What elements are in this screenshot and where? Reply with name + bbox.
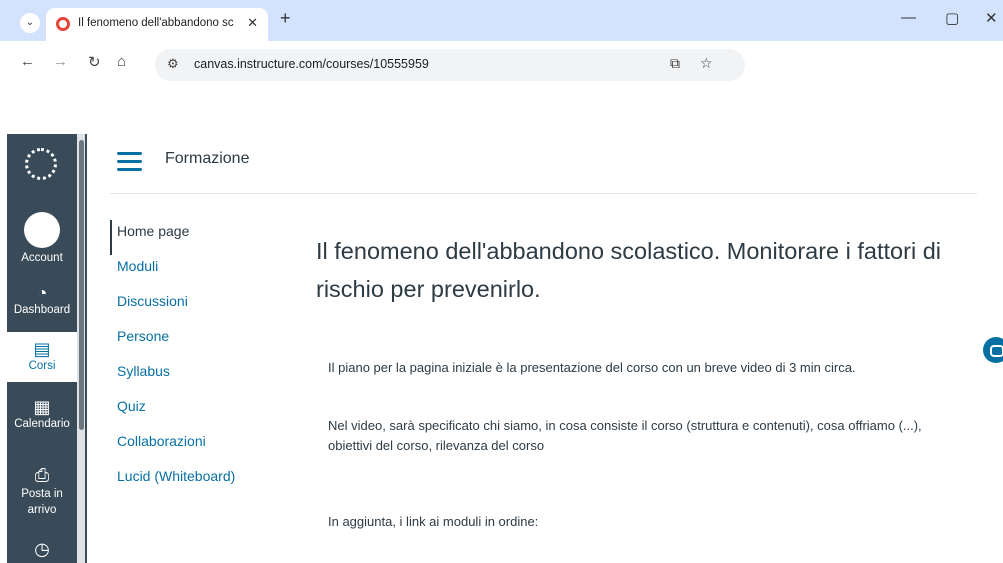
url-text: canvas.instructure.com/courses/10555959: [194, 57, 429, 71]
maximize-button[interactable]: ▢: [945, 9, 959, 27]
calendar-icon: ▦: [33, 397, 51, 417]
global-nav-courses[interactable]: ▤ Corsi: [7, 332, 77, 382]
avatar: [24, 212, 60, 248]
site-info-icon[interactable]: ⚙: [167, 56, 179, 72]
tab-list-button[interactable]: ⌄: [20, 13, 40, 33]
global-nav-label: Dashboard: [13, 304, 71, 316]
minimize-button[interactable]: —: [901, 9, 916, 26]
global-nav-scrollbar-thumb[interactable]: [79, 140, 84, 430]
global-nav-account[interactable]: Account: [7, 212, 77, 264]
page-paragraph: Il piano per la pagina iniziale è la pre…: [328, 360, 856, 375]
page-top-spacer: [0, 103, 1003, 125]
course-nav-lucid[interactable]: Lucid (Whiteboard): [110, 465, 280, 500]
tab-close-icon[interactable]: ✕: [247, 15, 258, 31]
course-navigation: Home page Moduli Discussioni Persone Syl…: [110, 220, 280, 500]
canvas-favicon-icon: [56, 17, 70, 31]
course-nav-home[interactable]: Home page: [110, 220, 280, 255]
home-icon[interactable]: ⌂: [117, 53, 126, 70]
global-nav-label: Posta in arrivo: [21, 488, 63, 516]
window-close-button[interactable]: ✕: [985, 9, 998, 27]
page-paragraph: In aggiunta, i link ai moduli in ordine:: [328, 514, 539, 529]
global-nav-calendar[interactable]: ▦ Calendario: [7, 396, 77, 430]
course-nav-collaborations[interactable]: Collaborazioni: [110, 430, 280, 465]
browser-tab[interactable]: Il fenomeno dell'abbandono sc ✕: [46, 8, 268, 41]
chat-bubble-icon[interactable]: [983, 337, 1003, 363]
hamburger-menu-icon[interactable]: [117, 152, 142, 172]
dashboard-icon: ◔: [36, 283, 48, 303]
reload-icon[interactable]: ↻: [88, 53, 101, 71]
courses-icon: ▤: [33, 339, 51, 359]
course-nav-people[interactable]: Persone: [110, 325, 280, 360]
global-nav-history[interactable]: ◷: [7, 538, 77, 560]
canvas-logo-icon[interactable]: [25, 148, 57, 180]
page-title: Il fenomeno dell'abbandono scolastico. M…: [316, 238, 941, 302]
browser-tabbar: ⌄ Il fenomeno dell'abbandono sc ✕ + — ▢ …: [0, 0, 1003, 41]
global-nav-label: Calendario: [14, 418, 70, 430]
course-nav-modules[interactable]: Moduli: [110, 255, 280, 290]
course-nav-discussions[interactable]: Discussioni: [110, 290, 280, 325]
inbox-icon: ⎙: [34, 465, 50, 485]
page-paragraph: Nel video, sarà specificato chi siamo, i…: [328, 418, 922, 453]
course-nav-quiz[interactable]: Quiz: [110, 395, 280, 430]
browser-toolbar: ← → ↻ ⌂ ⚙ canvas.instructure.com/courses…: [0, 41, 1003, 103]
new-tab-button[interactable]: +: [280, 8, 291, 29]
address-bar[interactable]: ⚙ canvas.instructure.com/courses/1055595…: [155, 49, 745, 81]
back-arrow-icon[interactable]: ←: [20, 53, 35, 70]
history-icon: ◷: [34, 539, 50, 559]
tab-title: Il fenomeno dell'abbandono sc: [78, 17, 234, 29]
global-nav-inbox[interactable]: ⎙ Posta in arrivo: [7, 464, 77, 518]
global-nav-label: Corsi: [28, 360, 56, 372]
forward-arrow-icon[interactable]: →: [53, 53, 68, 70]
breadcrumb[interactable]: Formazione: [165, 150, 249, 168]
global-nav-dashboard[interactable]: ◔ Dashboard: [7, 282, 77, 316]
bookmark-star-icon[interactable]: ☆: [700, 55, 713, 72]
global-navigation: Account ◔ Dashboard ▤ Corsi ▦ Calendario…: [7, 134, 87, 563]
install-app-icon[interactable]: ⧉: [670, 55, 680, 72]
header-divider: [110, 193, 977, 194]
global-nav-label: Account: [21, 252, 63, 264]
course-nav-syllabus[interactable]: Syllabus: [110, 360, 280, 395]
